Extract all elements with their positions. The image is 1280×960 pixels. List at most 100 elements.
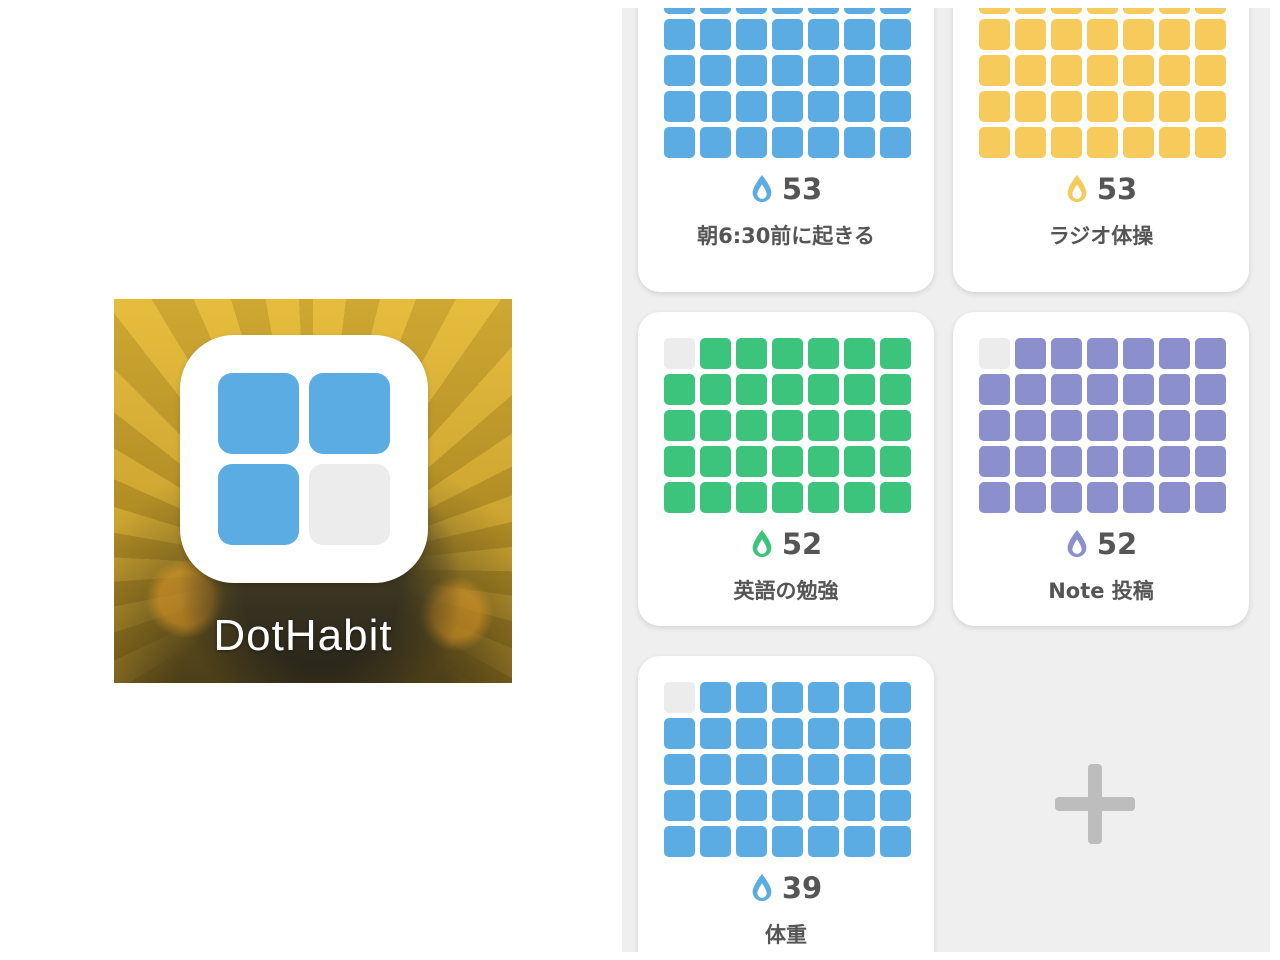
habit-day-dot[interactable] bbox=[736, 410, 767, 441]
habit-day-dot[interactable] bbox=[1087, 374, 1118, 405]
habit-day-dot[interactable] bbox=[772, 19, 803, 50]
habit-day-dot[interactable] bbox=[1015, 8, 1046, 14]
habit-day-dot[interactable] bbox=[772, 826, 803, 857]
habit-day-dot[interactable] bbox=[736, 127, 767, 158]
habit-day-dot[interactable] bbox=[1159, 8, 1190, 14]
habit-day-dot[interactable] bbox=[1087, 127, 1118, 158]
habit-day-dot[interactable] bbox=[736, 446, 767, 477]
habit-day-dot[interactable] bbox=[979, 338, 1010, 369]
habit-day-dot[interactable] bbox=[880, 374, 911, 405]
habit-day-dot[interactable] bbox=[1087, 8, 1118, 14]
habit-day-dot[interactable] bbox=[880, 55, 911, 86]
habit-day-dot[interactable] bbox=[664, 374, 695, 405]
habit-day-dot[interactable] bbox=[736, 8, 767, 14]
habit-day-dot[interactable] bbox=[979, 374, 1010, 405]
habit-card[interactable]: 53 ラジオ体操 bbox=[953, 8, 1249, 292]
habit-day-dot[interactable] bbox=[1195, 410, 1226, 441]
habit-day-dot[interactable] bbox=[1195, 127, 1226, 158]
habit-day-dot[interactable] bbox=[1051, 8, 1082, 14]
habit-day-dot[interactable] bbox=[772, 338, 803, 369]
habit-day-dot[interactable] bbox=[808, 19, 839, 50]
habit-day-dot[interactable] bbox=[664, 482, 695, 513]
habit-day-dot[interactable] bbox=[1159, 19, 1190, 50]
habit-day-dot[interactable] bbox=[880, 718, 911, 749]
habit-day-dot[interactable] bbox=[844, 55, 875, 86]
habit-day-dot[interactable] bbox=[1123, 338, 1154, 369]
habit-day-dot[interactable] bbox=[880, 682, 911, 713]
habit-day-dot[interactable] bbox=[1015, 127, 1046, 158]
habit-day-dot[interactable] bbox=[736, 482, 767, 513]
habit-day-dot[interactable] bbox=[1123, 127, 1154, 158]
habit-day-dot[interactable] bbox=[1015, 55, 1046, 86]
habit-day-dot[interactable] bbox=[772, 374, 803, 405]
habit-day-dot[interactable] bbox=[979, 55, 1010, 86]
habit-day-dot[interactable] bbox=[880, 19, 911, 50]
habit-day-dot[interactable] bbox=[979, 446, 1010, 477]
habit-day-dot[interactable] bbox=[664, 826, 695, 857]
habit-day-dot[interactable] bbox=[1195, 446, 1226, 477]
habit-day-dot[interactable] bbox=[1087, 91, 1118, 122]
habit-day-dot[interactable] bbox=[736, 374, 767, 405]
habit-day-dot[interactable] bbox=[1123, 91, 1154, 122]
habit-day-dot[interactable] bbox=[1051, 55, 1082, 86]
habit-day-dot[interactable] bbox=[664, 790, 695, 821]
habit-card[interactable]: 53 朝6:30前に起きる bbox=[638, 8, 934, 292]
habit-day-dot[interactable] bbox=[844, 19, 875, 50]
habit-day-dot[interactable] bbox=[1123, 374, 1154, 405]
habit-day-dot[interactable] bbox=[1087, 482, 1118, 513]
habit-day-dot[interactable] bbox=[844, 8, 875, 14]
habit-day-dot[interactable] bbox=[700, 790, 731, 821]
habit-day-dot[interactable] bbox=[736, 19, 767, 50]
habit-day-dot[interactable] bbox=[664, 446, 695, 477]
habit-day-dot[interactable] bbox=[844, 718, 875, 749]
habit-day-dot[interactable] bbox=[1123, 446, 1154, 477]
habit-day-dot[interactable] bbox=[1195, 91, 1226, 122]
habit-day-dot[interactable] bbox=[736, 718, 767, 749]
habit-day-dot[interactable] bbox=[1159, 338, 1190, 369]
habit-day-dot[interactable] bbox=[700, 754, 731, 785]
habit-day-dot[interactable] bbox=[700, 91, 731, 122]
habit-day-dot[interactable] bbox=[1195, 19, 1226, 50]
habit-day-dot[interactable] bbox=[979, 482, 1010, 513]
habit-day-dot[interactable] bbox=[700, 127, 731, 158]
habit-day-dot[interactable] bbox=[844, 338, 875, 369]
habit-day-dot[interactable] bbox=[1051, 91, 1082, 122]
habit-day-dot[interactable] bbox=[1015, 482, 1046, 513]
habit-day-dot[interactable] bbox=[664, 338, 695, 369]
habit-day-dot[interactable] bbox=[880, 826, 911, 857]
habit-day-dot[interactable] bbox=[700, 19, 731, 50]
habit-day-dot[interactable] bbox=[808, 482, 839, 513]
habit-day-dot[interactable] bbox=[844, 826, 875, 857]
habit-day-dot[interactable] bbox=[1195, 8, 1226, 14]
habit-day-dot[interactable] bbox=[880, 127, 911, 158]
habit-day-dot[interactable] bbox=[1087, 338, 1118, 369]
habit-day-dot[interactable] bbox=[1123, 8, 1154, 14]
habit-day-dot[interactable] bbox=[1195, 374, 1226, 405]
habit-day-dot[interactable] bbox=[1051, 446, 1082, 477]
habit-day-dot[interactable] bbox=[772, 482, 803, 513]
habit-day-dot[interactable] bbox=[736, 55, 767, 86]
habit-day-dot[interactable] bbox=[664, 754, 695, 785]
habit-day-dot[interactable] bbox=[880, 410, 911, 441]
habit-day-dot[interactable] bbox=[700, 374, 731, 405]
add-habit-button[interactable] bbox=[938, 656, 1252, 952]
habit-day-dot[interactable] bbox=[700, 718, 731, 749]
habit-day-dot[interactable] bbox=[844, 754, 875, 785]
habit-day-dot[interactable] bbox=[844, 790, 875, 821]
habit-day-dot[interactable] bbox=[1159, 482, 1190, 513]
habit-day-dot[interactable] bbox=[1051, 19, 1082, 50]
habit-day-dot[interactable] bbox=[700, 8, 731, 14]
habit-day-dot[interactable] bbox=[700, 338, 731, 369]
habit-day-dot[interactable] bbox=[772, 718, 803, 749]
habit-day-dot[interactable] bbox=[1159, 410, 1190, 441]
habit-day-dot[interactable] bbox=[700, 682, 731, 713]
habit-day-dot[interactable] bbox=[772, 91, 803, 122]
habit-day-dot[interactable] bbox=[664, 91, 695, 122]
habit-day-dot[interactable] bbox=[979, 8, 1010, 14]
habit-day-dot[interactable] bbox=[664, 8, 695, 14]
habit-day-dot[interactable] bbox=[664, 19, 695, 50]
habit-day-dot[interactable] bbox=[772, 410, 803, 441]
habit-day-dot[interactable] bbox=[772, 446, 803, 477]
habit-day-dot[interactable] bbox=[844, 410, 875, 441]
habit-day-dot[interactable] bbox=[736, 754, 767, 785]
